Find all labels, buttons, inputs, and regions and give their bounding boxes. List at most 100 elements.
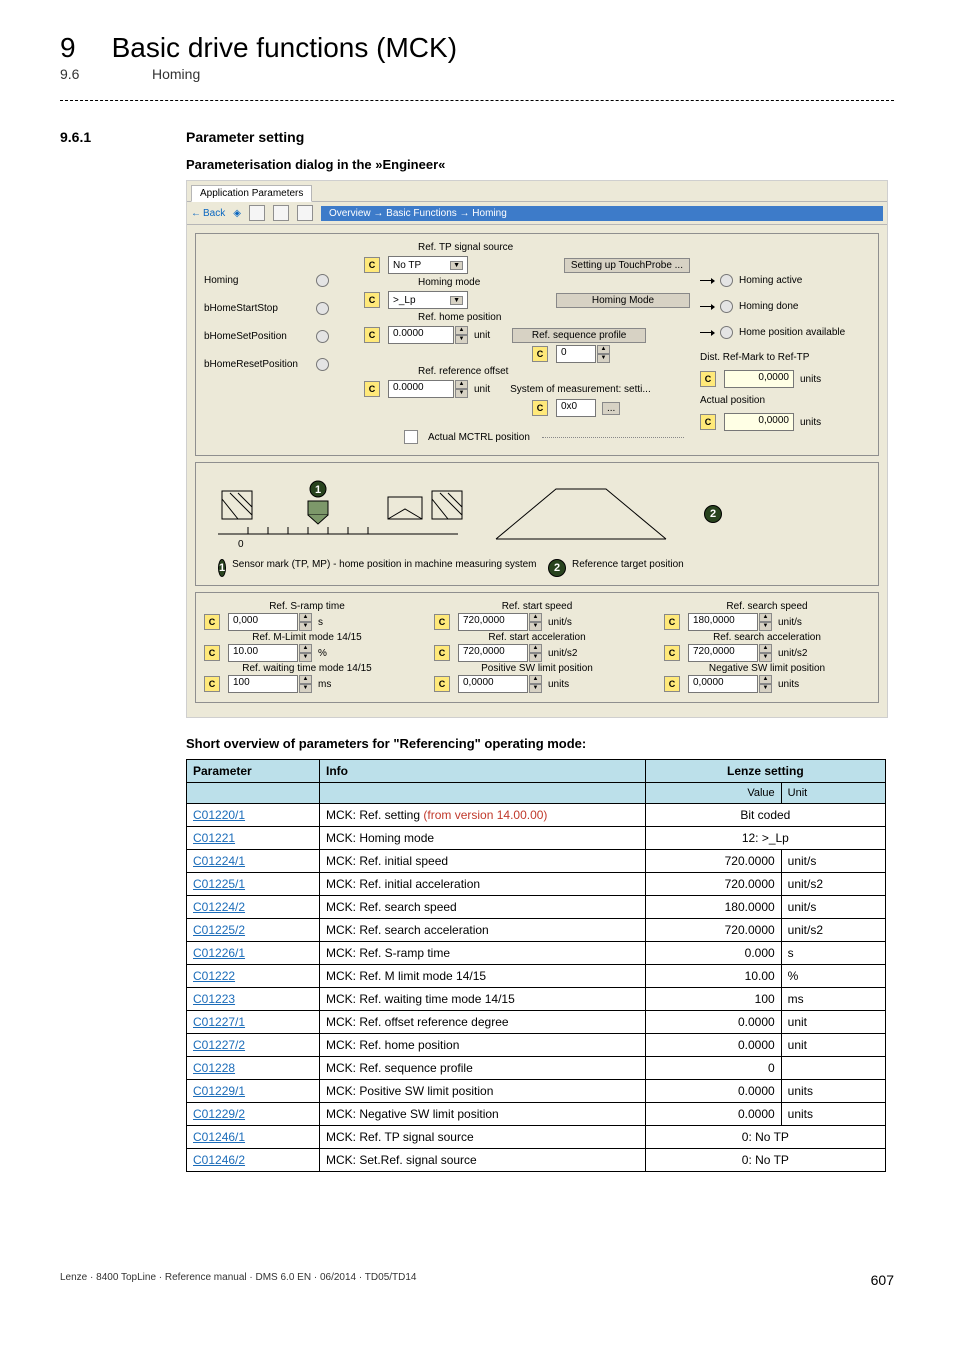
legend-marker-2: 2 bbox=[548, 559, 566, 577]
search-acc-field[interactable]: 720,0000 bbox=[688, 644, 758, 662]
param-info: MCK: Ref. offset reference degree bbox=[320, 1011, 646, 1034]
param-link[interactable]: C01222 bbox=[193, 969, 235, 983]
param-link[interactable]: C01223 bbox=[193, 992, 235, 1006]
homing-mode-select[interactable]: >_Lp▼ bbox=[388, 291, 468, 309]
arrow-right-icon bbox=[700, 280, 714, 281]
param-info: MCK: Set.Ref. signal source bbox=[320, 1149, 646, 1172]
param-unit: unit/s2 bbox=[781, 873, 885, 896]
nav-icon[interactable]: ◈ bbox=[233, 208, 241, 219]
param-link[interactable]: C01227/1 bbox=[193, 1015, 245, 1029]
param-info: MCK: Negative SW limit position bbox=[320, 1103, 646, 1126]
table-row: C01222MCK: Ref. M limit mode 14/1510.00% bbox=[187, 965, 886, 988]
param-link[interactable]: C01246/2 bbox=[193, 1153, 245, 1167]
homing-mode-button[interactable]: Homing Mode bbox=[556, 293, 690, 308]
param-link[interactable]: C01228 bbox=[193, 1061, 235, 1075]
neg-sw-field[interactable]: 0,0000 bbox=[688, 675, 758, 693]
toolbar-icon[interactable] bbox=[273, 205, 289, 221]
page-number: 607 bbox=[871, 1272, 894, 1288]
system-measurement-more[interactable]: ... bbox=[602, 402, 620, 415]
start-acc-field[interactable]: 720,0000 bbox=[458, 644, 528, 662]
mlimit-field[interactable]: 10.00 bbox=[228, 644, 298, 662]
label-startstop: bHomeStartStop bbox=[204, 303, 310, 314]
table-row: C01228MCK: Ref. sequence profile0 bbox=[187, 1057, 886, 1080]
c-icon: C bbox=[434, 645, 450, 661]
label-sramp: Ref. S-ramp time bbox=[204, 601, 410, 612]
label-homing-mode: Homing mode bbox=[418, 277, 690, 288]
param-info: MCK: Ref. search speed bbox=[320, 896, 646, 919]
section-title: Homing bbox=[152, 66, 200, 82]
param-value: 0.000 bbox=[645, 942, 781, 965]
param-value: 720.0000 bbox=[645, 873, 781, 896]
param-link[interactable]: C01229/1 bbox=[193, 1084, 245, 1098]
led-home-available bbox=[720, 326, 733, 339]
param-unit: unit bbox=[781, 1034, 885, 1057]
param-value: 0.0000 bbox=[645, 1011, 781, 1034]
footer-text: Lenze · 8400 TopLine · Reference manual … bbox=[60, 1272, 417, 1288]
param-unit: units bbox=[781, 1080, 885, 1103]
spin-buttons[interactable]: ▲▼ bbox=[299, 613, 312, 631]
spin-buttons[interactable]: ▲▼ bbox=[529, 644, 542, 662]
spin-buttons[interactable]: ▲▼ bbox=[529, 675, 542, 693]
tp-source-select[interactable]: No TP▼ bbox=[388, 256, 468, 274]
param-link[interactable]: C01224/1 bbox=[193, 854, 245, 868]
actual-mctrl-checkbox[interactable] bbox=[404, 430, 418, 444]
param-link[interactable]: C01229/2 bbox=[193, 1107, 245, 1121]
legend-marker-2: 2 bbox=[704, 505, 722, 523]
table-row: C01224/2MCK: Ref. search speed180.0000un… bbox=[187, 896, 886, 919]
ref-offset-field[interactable]: 0.0000 bbox=[388, 380, 454, 398]
param-value: 10.00 bbox=[645, 965, 781, 988]
param-link[interactable]: C01225/2 bbox=[193, 923, 245, 937]
param-link[interactable]: C01221 bbox=[193, 831, 235, 845]
param-value: 720.0000 bbox=[645, 919, 781, 942]
param-link[interactable]: C01224/2 bbox=[193, 900, 245, 914]
param-info: MCK: Ref. initial acceleration bbox=[320, 873, 646, 896]
start-speed-field[interactable]: 720,0000 bbox=[458, 613, 528, 631]
param-info: MCK: Ref. M limit mode 14/15 bbox=[320, 965, 646, 988]
table-row: C01224/1MCK: Ref. initial speed720.0000u… bbox=[187, 850, 886, 873]
spin-buttons[interactable]: ▲▼ bbox=[759, 613, 772, 631]
search-speed-field[interactable]: 180,0000 bbox=[688, 613, 758, 631]
c-icon: C bbox=[364, 257, 380, 273]
sequence-profile-field[interactable]: 0 bbox=[556, 345, 596, 363]
label-setposition: bHomeSetPosition bbox=[204, 331, 310, 342]
system-measurement-field[interactable]: 0x0 bbox=[556, 399, 596, 417]
param-link[interactable]: C01227/2 bbox=[193, 1038, 245, 1052]
unit: unit/s2 bbox=[548, 648, 577, 659]
led-homing-done bbox=[720, 300, 733, 313]
th-info: Info bbox=[320, 760, 646, 783]
param-link[interactable]: C01246/1 bbox=[193, 1130, 245, 1144]
led-homing-active bbox=[720, 274, 733, 287]
param-link[interactable]: C01226/1 bbox=[193, 946, 245, 960]
param-link[interactable]: C01225/1 bbox=[193, 877, 245, 891]
wait-field[interactable]: 100 bbox=[228, 675, 298, 693]
param-info: MCK: Ref. search acceleration bbox=[320, 919, 646, 942]
label-homing-active: Homing active bbox=[739, 275, 802, 286]
units-label: units bbox=[800, 417, 821, 428]
spin-buttons[interactable]: ▲▼ bbox=[529, 613, 542, 631]
toolbar-icon[interactable] bbox=[249, 205, 265, 221]
spin-buttons[interactable]: ▲▼ bbox=[299, 675, 312, 693]
breadcrumb: Overview → Basic Functions → Homing bbox=[321, 206, 883, 221]
spin-buttons[interactable]: ▲▼ bbox=[759, 675, 772, 693]
dist-refmark-field: 0,0000 bbox=[724, 370, 794, 388]
param-value: Bit coded bbox=[645, 804, 885, 827]
spin-buttons[interactable]: ▲▼ bbox=[455, 326, 468, 344]
param-link[interactable]: C01220/1 bbox=[193, 808, 245, 822]
home-position-field[interactable]: 0.0000 bbox=[388, 326, 454, 344]
units-label: units bbox=[800, 374, 821, 385]
c-icon: C bbox=[532, 346, 548, 362]
spin-buttons[interactable]: ▲▼ bbox=[299, 644, 312, 662]
back-button[interactable]: ← Back bbox=[191, 208, 225, 219]
spin-buttons[interactable]: ▲▼ bbox=[597, 345, 610, 363]
sequence-profile-button[interactable]: Ref. sequence profile bbox=[512, 328, 646, 343]
spin-buttons[interactable]: ▲▼ bbox=[455, 380, 468, 398]
led-setposition bbox=[316, 330, 329, 343]
setup-touchprobe-button[interactable]: Setting up TouchProbe ... bbox=[564, 258, 690, 273]
sramp-field[interactable]: 0,000 bbox=[228, 613, 298, 631]
toolbar-icon[interactable] bbox=[297, 205, 313, 221]
param-info: MCK: Ref. initial speed bbox=[320, 850, 646, 873]
pos-sw-field[interactable]: 0,0000 bbox=[458, 675, 528, 693]
spin-buttons[interactable]: ▲▼ bbox=[759, 644, 772, 662]
led-homing bbox=[316, 274, 329, 287]
tab-application-parameters[interactable]: Application Parameters bbox=[191, 185, 312, 202]
